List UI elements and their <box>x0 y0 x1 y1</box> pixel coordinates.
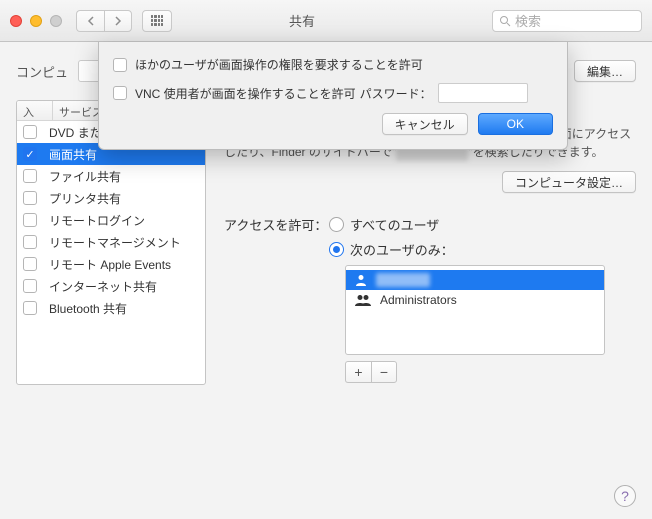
back-button[interactable] <box>76 10 104 32</box>
settings-sheet: ほかのユーザが画面操作の権限を要求することを許可 VNC 使用者が画面を操作する… <box>98 42 568 150</box>
radio-icon <box>329 242 344 257</box>
checkbox-icon[interactable]: ✓ <box>23 147 37 161</box>
service-row[interactable]: インターネット共有 <box>17 275 205 297</box>
zoom-window-icon <box>50 15 62 27</box>
user-row[interactable]: xxxxxxxxx <box>346 270 604 290</box>
service-row[interactable]: リモートログイン <box>17 209 205 231</box>
services-header-on[interactable]: 入 <box>17 101 53 120</box>
checkbox-icon[interactable] <box>23 235 37 249</box>
computer-settings-row: コンピュータ設定… <box>224 171 636 193</box>
person-icon <box>354 274 368 286</box>
search-placeholder: 検索 <box>515 11 541 30</box>
checkbox-icon[interactable] <box>23 279 37 293</box>
chevron-left-icon <box>87 16 95 26</box>
edit-button[interactable]: 編集… <box>574 60 636 82</box>
access-label: アクセスを許可： <box>224 215 329 383</box>
password-label: パスワード： <box>360 85 432 102</box>
checkbox-icon[interactable] <box>113 58 127 72</box>
service-label: リモートログイン <box>49 212 199 229</box>
user-row[interactable]: Administrators <box>346 290 604 310</box>
sheet-buttons: キャンセル OK <box>113 113 553 135</box>
computer-settings-button[interactable]: コンピュータ設定… <box>502 171 636 193</box>
sheet-row-vnc[interactable]: VNC 使用者が画面を操作することを許可 パスワード： <box>113 83 553 103</box>
help-button[interactable]: ? <box>614 485 636 507</box>
service-label: リモートマネージメント <box>49 234 199 251</box>
minimize-window-icon[interactable] <box>30 15 42 27</box>
service-label: Bluetooth 共有 <box>49 300 199 317</box>
cancel-button[interactable]: キャンセル <box>382 113 468 135</box>
help-icon: ? <box>621 488 629 504</box>
user-name: xxxxxxxxx <box>376 273 430 287</box>
checkbox-icon[interactable] <box>23 213 37 227</box>
checkbox-icon[interactable] <box>23 125 37 139</box>
sheet-label: VNC 使用者が画面を操作することを許可 <box>135 85 356 102</box>
radio-icon <box>329 217 344 232</box>
add-user-button[interactable]: + <box>345 361 371 383</box>
access-all-users[interactable]: すべてのユーザ <box>329 215 636 234</box>
window-title: 共有 <box>112 11 492 30</box>
sheet-row-request-permission[interactable]: ほかのユーザが画面操作の権限を要求することを許可 <box>113 56 553 73</box>
service-row[interactable]: リモートマネージメント <box>17 231 205 253</box>
close-window-icon[interactable] <box>10 15 22 27</box>
search-field[interactable]: 検索 <box>492 10 642 32</box>
service-row[interactable]: ファイル共有 <box>17 165 205 187</box>
radio-label: 次のユーザのみ： <box>350 240 454 259</box>
computer-name-label: コンピュ <box>16 62 68 81</box>
service-label: ファイル共有 <box>49 168 199 185</box>
checkbox-icon[interactable] <box>23 257 37 271</box>
service-row[interactable]: Bluetooth 共有 <box>17 297 205 319</box>
checkbox-icon[interactable] <box>23 301 37 315</box>
service-label: インターネット共有 <box>49 278 199 295</box>
password-field[interactable] <box>438 83 528 103</box>
checkbox-icon[interactable] <box>23 191 37 205</box>
add-remove-row: + − <box>345 361 636 383</box>
access-radio-group: すべてのユーザ 次のユーザのみ： xxxxxxxxx Administrators… <box>329 215 636 383</box>
person-icon <box>354 294 372 306</box>
service-row[interactable]: リモート Apple Events <box>17 253 205 275</box>
search-icon <box>499 15 511 27</box>
checkbox-icon[interactable] <box>113 86 127 100</box>
access-row: アクセスを許可： すべてのユーザ 次のユーザのみ： xxxxxxxxx Admin… <box>224 215 636 383</box>
service-label: プリンタ共有 <box>49 190 199 207</box>
access-only-users[interactable]: 次のユーザのみ： <box>329 240 636 259</box>
service-row[interactable]: プリンタ共有 <box>17 187 205 209</box>
ok-button[interactable]: OK <box>478 113 553 135</box>
remove-user-button[interactable]: − <box>371 361 397 383</box>
checkbox-icon[interactable] <box>23 169 37 183</box>
traffic-lights <box>10 15 62 27</box>
sheet-label: ほかのユーザが画面操作の権限を要求することを許可 <box>135 56 423 73</box>
user-list[interactable]: xxxxxxxxx Administrators <box>345 265 605 355</box>
user-name: Administrators <box>380 293 457 307</box>
service-label: リモート Apple Events <box>49 256 199 273</box>
radio-label: すべてのユーザ <box>350 215 439 234</box>
titlebar: 共有 検索 <box>0 0 652 42</box>
